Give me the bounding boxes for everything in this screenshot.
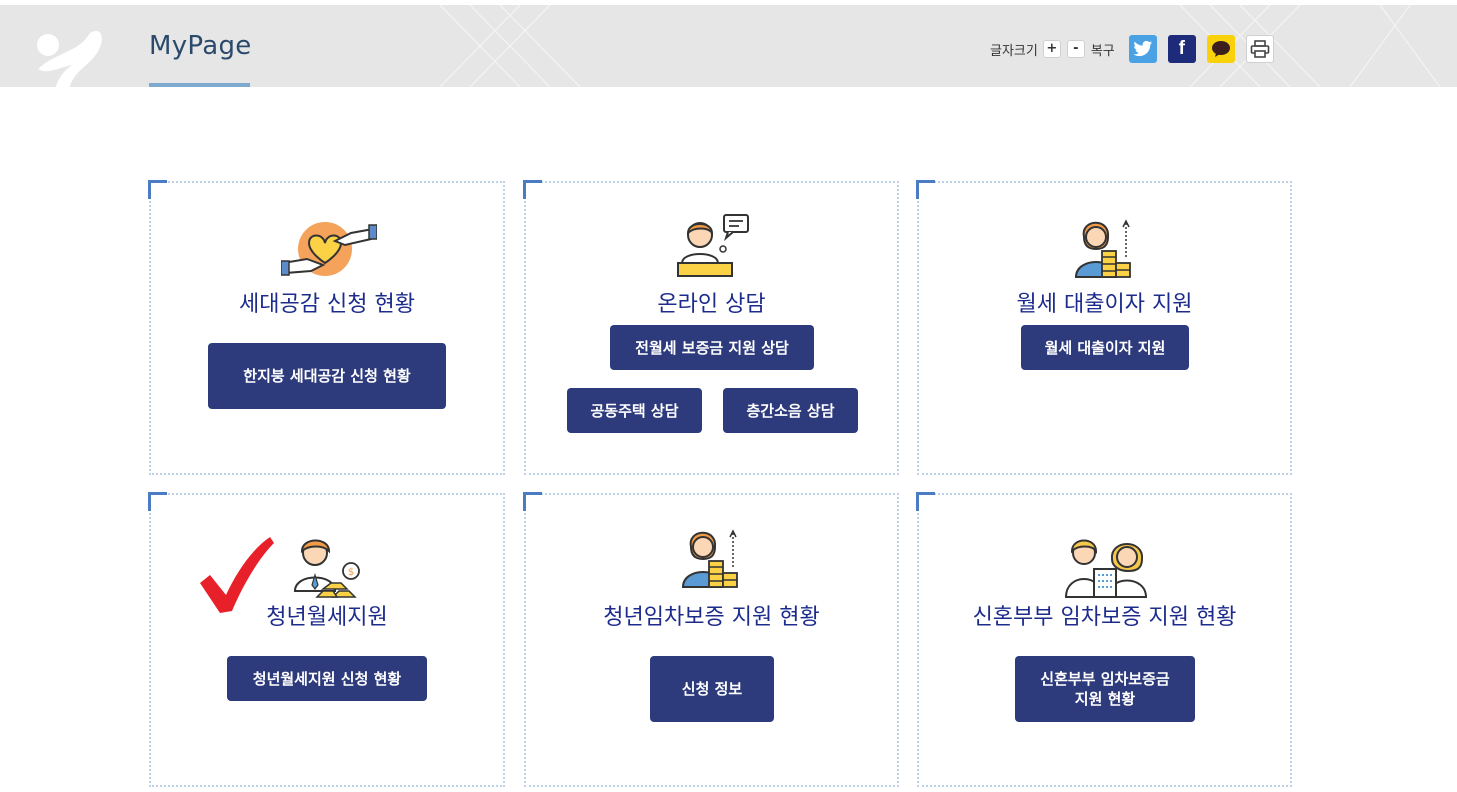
heart-handshake-icon — [281, 222, 377, 276]
card-generation-empathy: 세대공감 신청 현황 한지붕 세대공감 신청 현황 — [148, 180, 505, 475]
logo-icon — [37, 31, 102, 87]
couple-building-icon — [1064, 539, 1148, 598]
top-header: MyPage 글자크기 + - 복구 f — [0, 5, 1457, 87]
deposit-support-consult-button[interactable]: 전월세 보증금 지원 상담 — [610, 325, 814, 370]
print-icon[interactable] — [1245, 35, 1274, 63]
generation-empathy-status-button[interactable]: 한지붕 세대공감 신청 현황 — [208, 343, 446, 409]
card-online-consultation: 온라인 상담 전월세 보증금 지원 상담 공동주택 상담 층간소음 상담 — [523, 180, 899, 475]
apartment-consult-button[interactable]: 공동주택 상담 — [567, 388, 702, 433]
title-underline — [149, 83, 250, 87]
twitter-icon[interactable] — [1128, 35, 1157, 63]
card-title: 청년임차보증 지원 현황 — [603, 605, 820, 630]
page-title: MyPage — [149, 31, 252, 61]
application-info-button[interactable]: 신청 정보 — [650, 656, 774, 722]
newlywed-deposit-status-button[interactable]: 신혼부부 임차보증금 지원 현황 — [1015, 656, 1195, 722]
red-checkmark-icon — [200, 537, 274, 613]
facebook-icon[interactable]: f — [1167, 35, 1196, 63]
consultant-icon — [677, 214, 749, 277]
card-title: 세대공감 신청 현황 — [239, 292, 415, 317]
font-decrease-button[interactable]: - — [1066, 40, 1085, 58]
noise-consult-button[interactable]: 층간소음 상담 — [723, 388, 858, 433]
font-reset-button[interactable]: 복구 — [1091, 40, 1115, 59]
woman-coins-icon — [681, 529, 738, 588]
card-title: 신혼부부 임차보증 지원 현황 — [972, 605, 1237, 630]
card-rent-loan-interest: 월세 대출이자 지원 월세 대출이자 지원 — [916, 180, 1292, 475]
font-size-label: 글자크기 — [990, 43, 1038, 59]
man-gold-icon: $ — [293, 539, 360, 598]
header-tools: 글자크기 + - 복구 f — [990, 34, 1285, 64]
svg-text:$: $ — [348, 567, 354, 578]
card-title: 월세 대출이자 지원 — [1016, 292, 1193, 317]
card-youth-deposit-guarantee: 청년임차보증 지원 현황 신청 정보 — [523, 492, 899, 787]
card-title: 온라인 상담 — [657, 292, 766, 317]
card-newlywed-deposit-guarantee: 신혼부부 임차보증 지원 현황 신혼부부 임차보증금 지원 현황 — [916, 492, 1292, 787]
woman-coins-icon — [1074, 219, 1131, 278]
kakaotalk-icon[interactable] — [1206, 35, 1235, 63]
youth-rent-status-button[interactable]: 청년월세지원 신청 현황 — [227, 656, 427, 701]
font-increase-button[interactable]: + — [1042, 40, 1061, 58]
rent-loan-interest-button[interactable]: 월세 대출이자 지원 — [1021, 325, 1189, 370]
